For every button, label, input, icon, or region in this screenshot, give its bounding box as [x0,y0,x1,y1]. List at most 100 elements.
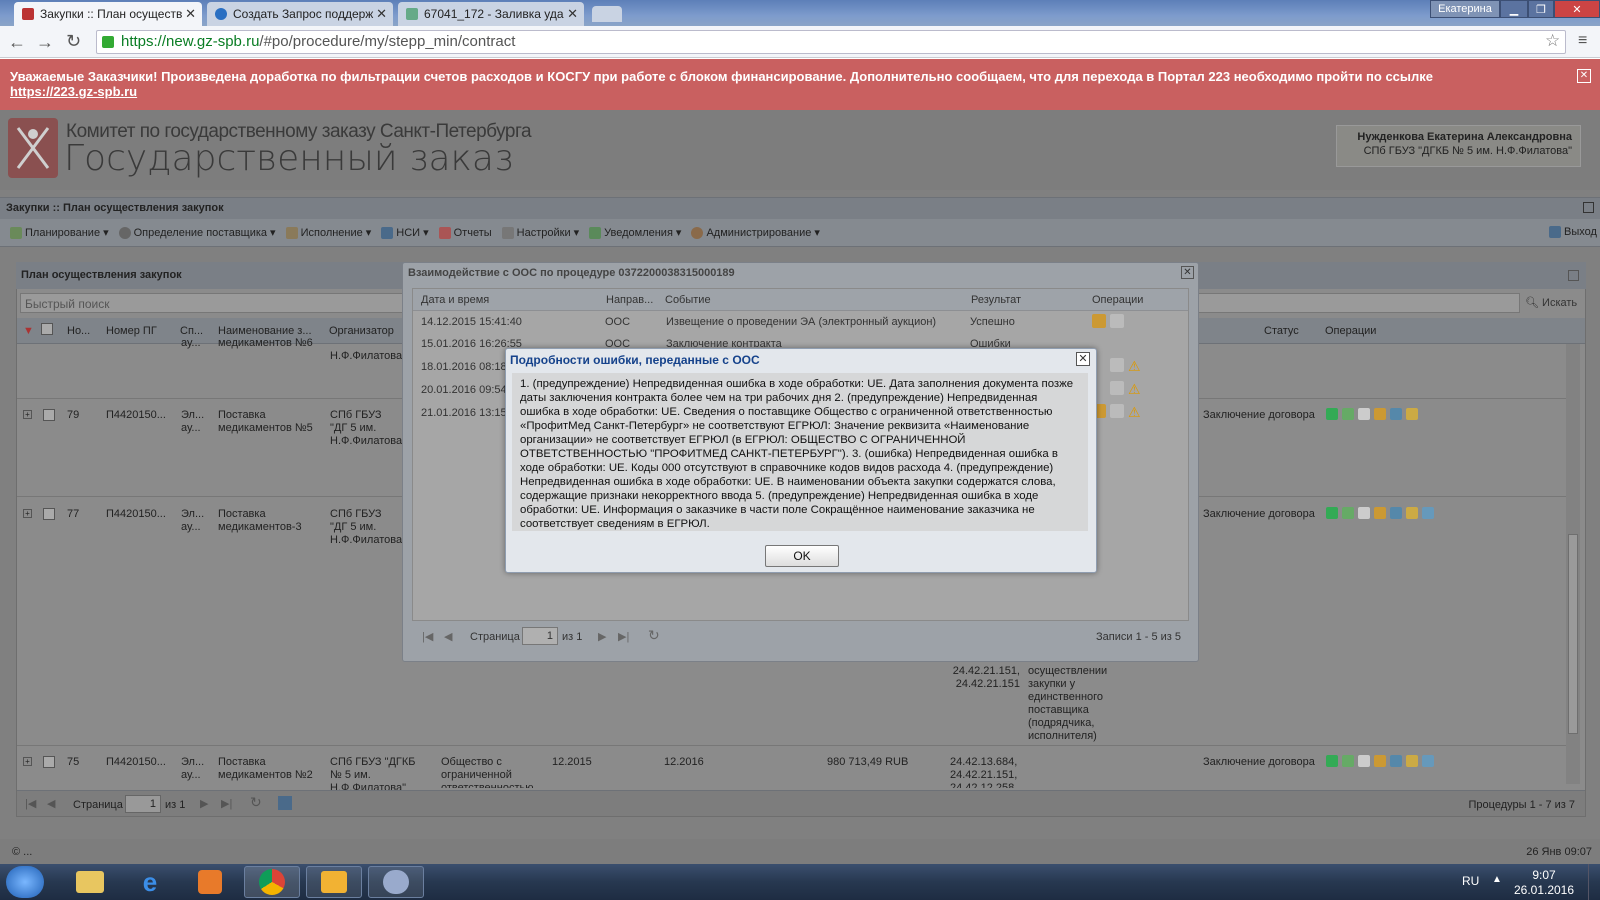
gear-icon[interactable] [1342,755,1354,767]
explorer-taskbar-icon[interactable] [62,866,118,898]
menu-reports[interactable]: Отчеты [435,225,496,241]
close-tab-icon[interactable]: ✕ [376,6,387,22]
profile-badge[interactable]: Екатерина [1430,0,1500,18]
col-event[interactable]: Событие [665,294,711,306]
exit-button[interactable]: Выход [1545,224,1600,240]
refresh-icon[interactable]: ↻ [250,795,262,809]
back-arrow-icon[interactable]: ← [8,32,26,53]
close-dialog-icon[interactable]: ✕ [1181,266,1194,279]
tab-support-request[interactable]: Создать Запрос поддерж ✕ [207,2,393,26]
doc-icon[interactable] [1110,358,1124,372]
expand-row-icon[interactable]: + [23,410,32,419]
col-name[interactable]: Наименование з... [218,325,312,337]
prev-page-icon[interactable]: ◀ [444,630,452,643]
forward-arrow-icon[interactable]: → [36,32,54,53]
menu-planning[interactable]: Планирование ▾ [6,224,113,241]
menu-icon[interactable]: ≡ [1578,32,1587,50]
search-button[interactable]: 🔍︎ Искать [1525,296,1577,309]
row-checkbox[interactable] [43,409,55,421]
paint-taskbar-icon[interactable] [368,866,424,898]
col-number[interactable]: Но... [67,325,90,337]
grid-scrollbar[interactable] [1566,344,1580,784]
doc-icon[interactable] [1358,507,1370,519]
clock[interactable]: 9:07 26.01.2016 [1512,868,1576,898]
doc-icon[interactable] [1110,314,1124,328]
expand-row-icon[interactable]: + [23,757,32,766]
chart-icon[interactable] [1326,507,1338,519]
language-indicator[interactable]: RU [1462,874,1479,888]
chart-icon[interactable] [1326,408,1338,420]
ie-taskbar-icon[interactable]: e [122,866,178,898]
col-result[interactable]: Результат [971,294,1021,306]
tab-procurement-plan[interactable]: Закупки :: План осуществ ✕ [14,2,202,26]
close-dialog-icon[interactable]: ✕ [1076,352,1090,366]
row-checkbox[interactable] [43,756,55,768]
scrollbar-thumb[interactable] [1568,534,1578,734]
maximize-button[interactable]: ❐ [1528,0,1554,18]
col-status[interactable]: Статус [1264,325,1299,337]
refresh-icon[interactable]: ↻ [648,627,660,644]
bookmark-star-icon[interactable]: ☆ [1545,31,1560,51]
gear-icon[interactable] [1342,507,1354,519]
doc-icon[interactable] [1110,381,1124,395]
close-window-button[interactable]: ✕ [1554,0,1600,18]
scroll-icon[interactable] [1406,507,1418,519]
columns-icon[interactable] [1422,507,1434,519]
menu-execution[interactable]: Исполнение ▾ [282,224,376,241]
save-icon[interactable] [1390,408,1402,420]
package-icon[interactable] [1092,314,1106,328]
chart-icon[interactable] [1326,755,1338,767]
col-datetime[interactable]: Дата и время [421,294,489,306]
outlook-taskbar-icon[interactable] [306,866,362,898]
prev-page-icon[interactable]: ◀ [47,798,55,811]
address-bar[interactable]: https://new.gz-spb.ru/#po/procedure/my/s… [96,30,1566,54]
show-desktop-button[interactable] [1588,864,1600,900]
menu-nsi[interactable]: НСИ ▾ [377,224,432,241]
menu-settings[interactable]: Настройки ▾ [498,224,583,241]
row-checkbox[interactable] [43,508,55,520]
doc-icon[interactable] [1110,404,1124,418]
select-all-checkbox[interactable] [41,323,53,335]
col-organizer[interactable]: Организатор [329,325,394,337]
next-page-icon[interactable]: ▶ [598,630,606,643]
col-direction[interactable]: Направ... [606,294,653,306]
menu-admin[interactable]: Администрирование ▾ [687,224,823,241]
emblem-icon[interactable] [1374,408,1386,420]
menu-notifications[interactable]: Уведомления ▾ [585,224,685,241]
portal-223-link[interactable]: https://223.gz-spb.ru [10,84,137,99]
save-icon[interactable] [1390,507,1402,519]
table-cell[interactable]: П4420150... [106,409,166,422]
new-tab-button[interactable] [592,6,622,22]
last-page-icon[interactable]: ▶| [618,630,629,643]
collapse-icon[interactable] [1583,202,1594,213]
warning-icon[interactable]: ⚠ [1128,358,1141,375]
warning-icon[interactable]: ⚠ [1128,404,1141,421]
expand-row-icon[interactable]: + [23,509,32,518]
reload-icon[interactable]: ↻ [66,31,81,52]
close-tab-icon[interactable]: ✕ [185,6,196,22]
col-operations[interactable]: Операции [1092,294,1143,306]
page-number-input[interactable]: 1 [125,795,161,813]
col-pg-number[interactable]: Номер ПГ [106,325,157,337]
chrome-taskbar-icon[interactable] [244,866,300,898]
emblem-icon[interactable] [1374,507,1386,519]
last-page-icon[interactable]: ▶| [221,798,232,811]
minimize-button[interactable]: ▁ [1500,0,1528,18]
col-operations[interactable]: Операции [1325,325,1376,337]
media-player-taskbar-icon[interactable] [182,866,238,898]
gear-icon[interactable] [1342,408,1354,420]
emblem-icon[interactable] [1374,755,1386,767]
tray-expand-icon[interactable]: ▲ [1492,874,1502,885]
first-page-icon[interactable]: |◀ [25,798,36,811]
filter-icon[interactable]: ▼ [23,325,34,337]
first-page-icon[interactable]: |◀ [422,630,433,643]
ok-button[interactable]: OK [765,545,839,567]
page-number-input[interactable]: 1 [522,627,558,645]
tab-task-67041[interactable]: 67041_172 - Заливка уда ✕ [398,2,584,26]
table-cell[interactable]: П4420150... [106,508,166,521]
user-info-box[interactable]: Нужденкова Екатерина Александровна СПб Г… [1336,125,1581,167]
save-icon[interactable] [1390,755,1402,767]
scroll-icon[interactable] [1406,408,1418,420]
refresh-panel-icon[interactable] [1568,270,1579,281]
scroll-icon[interactable] [1406,755,1418,767]
